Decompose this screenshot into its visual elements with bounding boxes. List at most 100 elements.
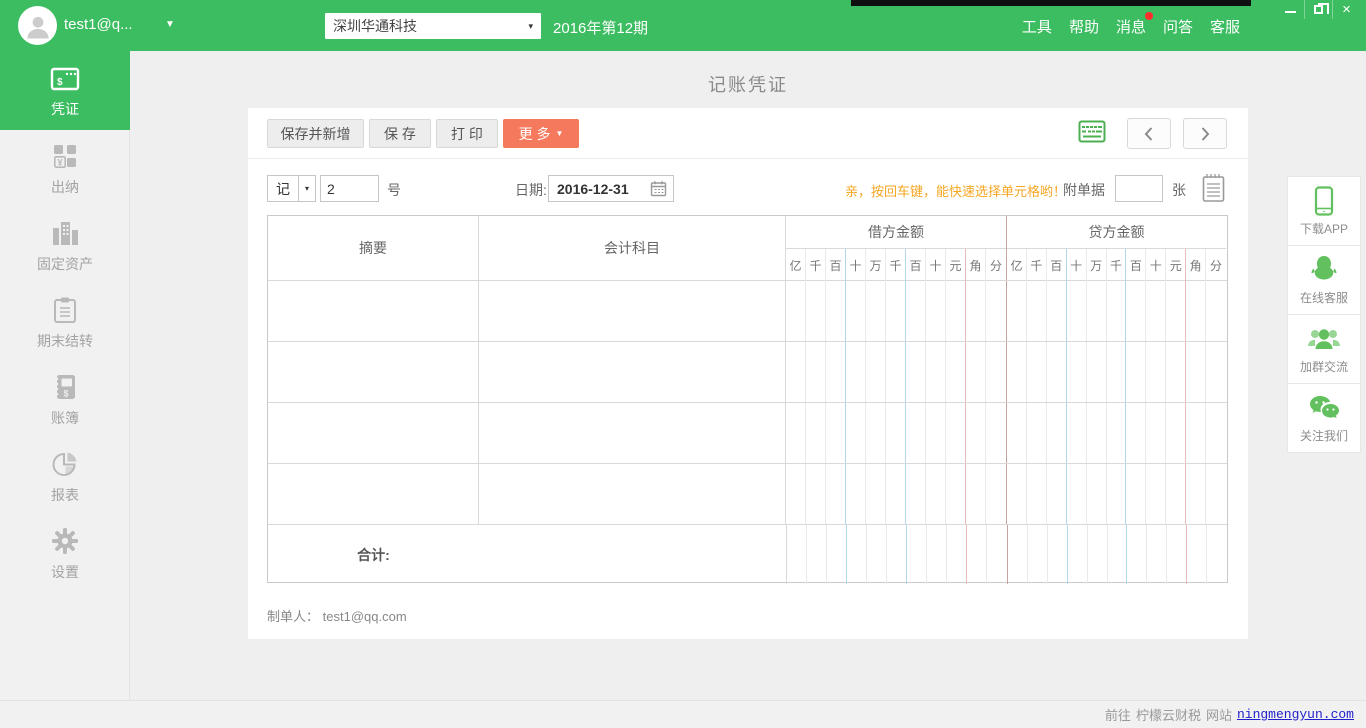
amount-cell[interactable] (1027, 281, 1047, 341)
amount-cell[interactable] (826, 281, 846, 341)
sidebar-item-cashier[interactable]: ¥ 出纳 (0, 130, 130, 207)
amount-cell[interactable] (1067, 342, 1087, 402)
amount-cell[interactable] (806, 403, 826, 463)
summary-cell[interactable] (268, 281, 479, 341)
amount-cell[interactable] (986, 464, 1006, 524)
amount-cell[interactable] (866, 342, 886, 402)
amount-cell[interactable] (846, 403, 866, 463)
next-voucher-button[interactable] (1183, 118, 1227, 149)
amount-cell[interactable] (1206, 464, 1226, 524)
amount-cell[interactable] (986, 281, 1006, 341)
close-button[interactable]: × (1332, 0, 1360, 19)
avatar[interactable] (18, 6, 57, 45)
amount-cell[interactable] (1166, 281, 1186, 341)
amount-cell[interactable] (1186, 403, 1206, 463)
save-and-new-button[interactable]: 保存并新增 (267, 119, 364, 148)
voucher-word-select[interactable]: 记 ▾ (267, 175, 316, 202)
sidebar-item-reports[interactable]: 报表 (0, 438, 130, 515)
amount-cell[interactable] (1007, 342, 1027, 402)
amount-cell[interactable] (1206, 403, 1226, 463)
keyboard-shortcuts-icon[interactable] (1078, 120, 1106, 143)
amount-cell[interactable] (926, 281, 946, 341)
amount-cell[interactable] (826, 403, 846, 463)
amount-cell[interactable] (1126, 342, 1146, 402)
amount-cell[interactable] (1007, 403, 1027, 463)
amount-cell[interactable] (806, 342, 826, 402)
amount-cell[interactable] (826, 464, 846, 524)
amount-cell[interactable] (966, 403, 986, 463)
amount-cell[interactable] (986, 403, 1006, 463)
join-group-card[interactable]: 加群交流 (1287, 314, 1361, 384)
amount-cell[interactable] (1146, 342, 1166, 402)
amount-cell[interactable] (946, 464, 966, 524)
period-label[interactable]: 2016年第12期 (553, 17, 648, 38)
amount-cell[interactable] (1027, 464, 1047, 524)
summary-cell[interactable] (268, 464, 479, 524)
amount-cell[interactable] (806, 281, 826, 341)
amount-cell[interactable] (1007, 281, 1027, 341)
menu-help[interactable]: 帮助 (1069, 16, 1099, 37)
amount-cell[interactable] (1206, 342, 1226, 402)
amount-cell[interactable] (1047, 403, 1067, 463)
menu-qa[interactable]: 问答 (1163, 16, 1193, 37)
amount-cell[interactable] (906, 403, 926, 463)
sidebar-item-period-closing[interactable]: 期末结转 (0, 284, 130, 361)
amount-cell[interactable] (906, 342, 926, 402)
amount-cell[interactable] (1087, 403, 1107, 463)
amount-cell[interactable] (1067, 403, 1087, 463)
amount-cell[interactable] (806, 464, 826, 524)
amount-cell[interactable] (786, 281, 806, 341)
sidebar-item-voucher[interactable]: $ 凭证 (0, 51, 130, 130)
online-service-card[interactable]: 在线客服 (1287, 245, 1361, 315)
voucher-number-input[interactable] (320, 175, 379, 202)
amount-cell[interactable] (966, 464, 986, 524)
amount-cell[interactable] (1067, 464, 1087, 524)
summary-cell[interactable] (268, 403, 479, 463)
amount-cell[interactable] (1047, 342, 1067, 402)
amount-cell[interactable] (1126, 403, 1146, 463)
amount-cell[interactable] (1047, 464, 1067, 524)
amount-cell[interactable] (886, 281, 906, 341)
amount-cell[interactable] (1007, 464, 1027, 524)
amount-cell[interactable] (1087, 464, 1107, 524)
amount-cell[interactable] (1107, 281, 1127, 341)
amount-cell[interactable] (866, 464, 886, 524)
more-button[interactable]: 更 多 ▼ (503, 119, 579, 148)
username[interactable]: test1@q... (64, 16, 133, 33)
company-select[interactable]: 深圳华通科技 ▾ (325, 13, 541, 39)
menu-tools[interactable]: 工具 (1022, 16, 1052, 37)
amount-cell[interactable] (1186, 281, 1206, 341)
print-button[interactable]: 打 印 (436, 119, 498, 148)
amount-cell[interactable] (1126, 281, 1146, 341)
amount-cell[interactable] (1107, 464, 1127, 524)
amount-cell[interactable] (846, 342, 866, 402)
restore-button[interactable] (1304, 0, 1332, 19)
amount-cell[interactable] (786, 403, 806, 463)
amount-cell[interactable] (1126, 464, 1146, 524)
amount-cell[interactable] (786, 342, 806, 402)
attachment-count-input[interactable] (1115, 175, 1163, 202)
amount-cell[interactable] (966, 342, 986, 402)
amount-cell[interactable] (826, 342, 846, 402)
download-app-card[interactable]: 下载APP (1287, 176, 1361, 246)
amount-cell[interactable] (1146, 281, 1166, 341)
summary-cell[interactable] (268, 342, 479, 402)
amount-cell[interactable] (866, 403, 886, 463)
amount-cell[interactable] (946, 342, 966, 402)
amount-cell[interactable] (1107, 342, 1127, 402)
sidebar-item-ledgers[interactable]: $ 账簿 (0, 361, 130, 438)
menu-service[interactable]: 客服 (1210, 16, 1240, 37)
calendar-icon[interactable] (650, 180, 667, 197)
date-input[interactable]: 2016-12-31 (548, 175, 674, 202)
account-cell[interactable] (479, 464, 786, 524)
amount-cell[interactable] (1166, 403, 1186, 463)
amount-cell[interactable] (1027, 403, 1047, 463)
footer-link[interactable]: ningmengyun.com (1237, 707, 1354, 722)
amount-cell[interactable] (1206, 281, 1226, 341)
amount-cell[interactable] (1166, 464, 1186, 524)
amount-cell[interactable] (946, 281, 966, 341)
sidebar-item-settings[interactable]: 设置 (0, 515, 130, 592)
amount-cell[interactable] (1067, 281, 1087, 341)
follow-us-card[interactable]: 关注我们 (1287, 383, 1361, 453)
amount-cell[interactable] (1047, 281, 1067, 341)
